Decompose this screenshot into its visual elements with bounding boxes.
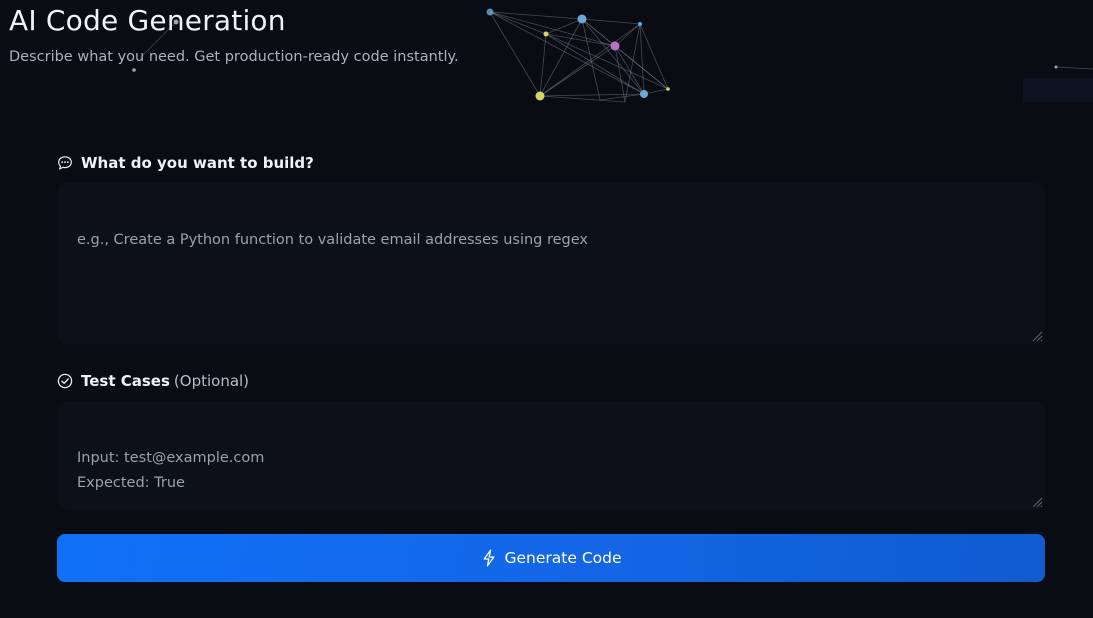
test-cases-field-label: Test Cases (Optional) bbox=[57, 372, 249, 390]
test-cases-placeholder: Input: test@example.com Expected: True bbox=[77, 450, 265, 491]
test-cases-label-text: Test Cases bbox=[81, 372, 170, 390]
prompt-textarea[interactable]: e.g., Create a Python function to valida… bbox=[57, 183, 1045, 344]
check-circle-icon bbox=[57, 373, 73, 389]
page-title: AI Code Generation bbox=[9, 4, 286, 37]
lightning-icon bbox=[481, 549, 497, 567]
prompt-field-label: What do you want to build? bbox=[57, 154, 314, 172]
chat-bubble-icon bbox=[57, 155, 73, 171]
generate-code-button[interactable]: Generate Code bbox=[57, 534, 1045, 582]
resize-handle-icon[interactable] bbox=[1031, 330, 1043, 342]
page-subtitle: Describe what you need. Get production-r… bbox=[9, 49, 459, 65]
resize-handle-icon[interactable] bbox=[1031, 496, 1043, 508]
optional-label: (Optional) bbox=[173, 372, 250, 390]
prompt-placeholder: e.g., Create a Python function to valida… bbox=[77, 232, 588, 248]
generate-code-label: Generate Code bbox=[504, 549, 622, 567]
test-cases-textarea[interactable]: Input: test@example.com Expected: True bbox=[57, 401, 1045, 510]
corner-panel bbox=[1023, 78, 1093, 102]
prompt-label-text: What do you want to build? bbox=[81, 154, 314, 172]
code-generation-page: AI Code Generation Describe what you nee… bbox=[0, 0, 1093, 618]
page-header: AI Code Generation Describe what you nee… bbox=[0, 0, 1093, 103]
